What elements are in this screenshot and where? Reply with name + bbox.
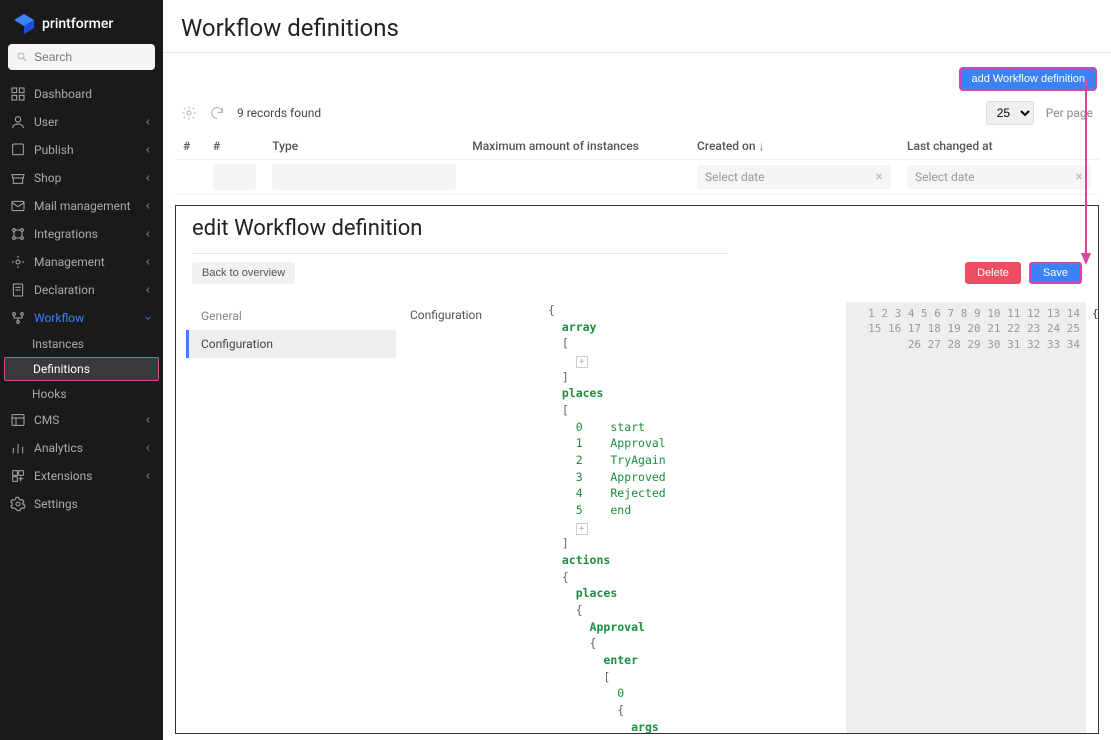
cms-icon (10, 412, 26, 428)
table-toolbar: 9 records found 25 Per page (163, 93, 1111, 133)
declaration-icon (10, 282, 26, 298)
sidebar: printformer DashboardUserPublishShopMail… (0, 0, 163, 740)
mail-icon (10, 198, 26, 214)
brand-name: printformer (42, 16, 113, 32)
sidebar-item-extensions[interactable]: Extensions (0, 462, 163, 490)
col-changed[interactable]: Last changed at (899, 133, 1099, 160)
sidebar-item-workflow[interactable]: Workflow (0, 304, 163, 332)
sidebar-item-dashboard[interactable]: Dashboard (0, 80, 163, 108)
publish-icon (10, 142, 26, 158)
search-input-wrap[interactable] (8, 44, 155, 70)
tab-general[interactable]: General (186, 302, 396, 330)
search-icon (16, 50, 28, 64)
management-icon (10, 254, 26, 270)
editor-panel: edit Workflow definition Back to overvie… (175, 205, 1099, 734)
analytics-icon (10, 440, 26, 456)
shop-icon (10, 170, 26, 186)
sidebar-item-settings[interactable]: Settings (0, 490, 163, 518)
refresh-icon[interactable] (209, 105, 225, 121)
add-workflow-definition-button[interactable]: add Workflow definition (959, 67, 1097, 91)
configuration-label: Configuration (410, 302, 540, 733)
records-found-label: 9 records found (237, 106, 321, 120)
col-num[interactable]: # (175, 133, 205, 160)
workflow-icon (10, 310, 26, 326)
page-title: Workflow definitions (181, 14, 1093, 42)
back-button[interactable]: Back to overview (192, 262, 295, 284)
code-editor[interactable]: 1 2 3 4 5 6 7 8 9 10 11 12 13 14 15 16 1… (846, 302, 1098, 733)
sidebar-item-publish[interactable]: Publish (0, 136, 163, 164)
integrations-icon (10, 226, 26, 242)
save-button[interactable]: Save (1029, 262, 1082, 284)
sidebar-item-declaration[interactable]: Declaration (0, 276, 163, 304)
logo-icon (12, 12, 36, 36)
extensions-icon (10, 468, 26, 484)
clear-icon[interactable]: × (876, 169, 883, 185)
brand-logo: printformer (0, 0, 163, 44)
filter-changed-date[interactable]: Select date× (907, 165, 1091, 189)
settings-icon[interactable] (181, 105, 197, 121)
filter-created-date[interactable]: Select date× (697, 165, 891, 189)
sidebar-sub-hooks[interactable]: Hooks (0, 382, 163, 406)
user-icon (10, 114, 26, 130)
editor-title: edit Workflow definition (192, 216, 1082, 241)
dashboard-icon (10, 86, 26, 102)
json-tree-editor[interactable]: { array [ + ] places [ 0 start 1 Approva… (540, 302, 832, 733)
per-page-label: Per page (1046, 106, 1093, 120)
sidebar-sub-definitions[interactable]: Definitions (4, 357, 159, 381)
sidebar-item-shop[interactable]: Shop (0, 164, 163, 192)
delete-button[interactable]: Delete (965, 262, 1021, 284)
search-input[interactable] (34, 50, 147, 64)
settings-icon (10, 496, 26, 512)
page-size-select[interactable]: 25 (986, 101, 1034, 125)
clear-icon[interactable]: × (1076, 169, 1083, 185)
col-type[interactable]: Type (264, 133, 464, 160)
sidebar-sub-instances[interactable]: Instances (0, 332, 163, 356)
sidebar-item-user[interactable]: User (0, 108, 163, 136)
sidebar-item-integrations[interactable]: Integrations (0, 220, 163, 248)
sidebar-item-cms[interactable]: CMS (0, 406, 163, 434)
filter-num2[interactable] (213, 164, 256, 190)
col-max[interactable]: Maximum amount of instances (464, 133, 689, 160)
col-created[interactable]: Created on↓ (689, 133, 899, 160)
tab-configuration[interactable]: Configuration (186, 330, 396, 358)
editor-tabs: General Configuration (186, 302, 396, 733)
col-num2[interactable]: # (205, 133, 264, 160)
sidebar-item-analytics[interactable]: Analytics (0, 434, 163, 462)
sidebar-item-mail-management[interactable]: Mail management (0, 192, 163, 220)
filter-type[interactable] (272, 164, 456, 190)
sidebar-item-management[interactable]: Management (0, 248, 163, 276)
sort-desc-icon: ↓ (759, 139, 765, 153)
